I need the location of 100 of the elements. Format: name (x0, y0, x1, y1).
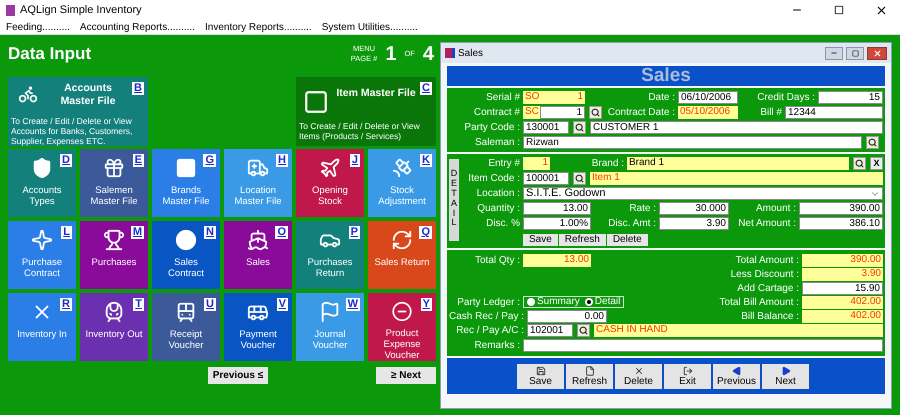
train-icon (103, 301, 125, 323)
right-triangle-icon (780, 366, 790, 376)
radio-button[interactable] (584, 298, 593, 306)
toolbar-button[interactable]: Save (517, 364, 564, 388)
ambulance-icon (247, 157, 269, 179)
lookup-button[interactable] (573, 121, 586, 134)
radio-button[interactable] (527, 298, 535, 306)
toolbar-button[interactable]: Refresh (566, 364, 613, 388)
search-icon (591, 108, 600, 117)
lookup-button[interactable] (853, 157, 866, 170)
lookup-button[interactable] (577, 324, 590, 337)
text-field[interactable]: Brand 1 (627, 157, 849, 170)
field-label: Item Code : (468, 172, 520, 185)
radio-label: Summary (537, 296, 580, 308)
close-button[interactable] (867, 46, 887, 60)
restore-button[interactable] (846, 46, 864, 60)
text-field[interactable] (523, 339, 883, 352)
menu-tile[interactable]: D Accounts Types (8, 149, 76, 217)
menu-tile[interactable]: J Opening Stock (296, 149, 364, 217)
text-field[interactable]: 15.90 (802, 282, 883, 294)
shortcut-key: E (132, 154, 144, 167)
text-field[interactable]: 15 (818, 91, 883, 104)
text-field[interactable]: CASH IN HAND (594, 324, 883, 337)
detail-button[interactable]: Delete (606, 234, 648, 246)
minimize-button[interactable] (825, 46, 843, 60)
text-field[interactable]: 386.10 (799, 217, 883, 230)
menu-tile[interactable]: R Inventory In (8, 293, 76, 361)
menu-tile[interactable]: G Brands Master File (152, 149, 220, 217)
menu-item[interactable]: Accounting Reports.......... (80, 20, 195, 34)
text-field[interactable]: Rizwan (523, 136, 862, 149)
menu-tile[interactable]: M Purchases (80, 221, 148, 289)
text-field[interactable]: 3.90 (659, 217, 729, 230)
page-number: 1 (385, 42, 396, 67)
detail-button[interactable]: Save (523, 234, 558, 246)
menu-tile[interactable]: U Receipt Voucher (152, 293, 220, 361)
menu-tile[interactable]: E Salemen Master File (80, 149, 148, 217)
text-field[interactable]: 3.90 (802, 268, 883, 280)
toolbar-button[interactable]: Exit (664, 364, 711, 388)
satellite-icon (391, 157, 413, 179)
text-field[interactable]: 06/10/2006 (678, 91, 738, 104)
menu-tile[interactable]: Y Product Expense Voucher (368, 293, 436, 361)
text-field[interactable]: 130001 (523, 121, 569, 134)
text-field[interactable]: 0.00 (527, 310, 607, 322)
maximize-icon[interactable] (834, 5, 844, 15)
field-label: Contract # (474, 106, 520, 119)
text-field[interactable]: SO (523, 91, 540, 104)
clear-button[interactable]: X (870, 157, 883, 170)
text-field[interactable]: 100001 (523, 172, 569, 185)
text-field[interactable]: 402.00 (802, 310, 883, 322)
menu-item[interactable]: System Utilities.......... (322, 20, 418, 34)
field-label: Remarks : (474, 339, 520, 352)
window-title: Sales (458, 46, 484, 60)
text-field[interactable]: 13.00 (523, 202, 591, 215)
menu-item[interactable]: Feeding.......... (6, 20, 70, 34)
menu-tile[interactable]: L Purchase Contract (8, 221, 76, 289)
text-field[interactable]: 102001 (527, 324, 573, 337)
location-dropdown[interactable]: S.I.T.E. Godown (523, 187, 883, 200)
detail-button[interactable]: Refresh (558, 234, 606, 246)
menu-tile[interactable]: K Stock Adjustment (368, 149, 436, 217)
text-field[interactable]: 402.00 (802, 296, 883, 308)
text-field[interactable]: 12344 (785, 106, 883, 119)
text-field[interactable]: 390.00 (802, 254, 883, 266)
menu-tile[interactable]: O Sales (224, 221, 292, 289)
previous-button[interactable]: Previous ≤ (208, 367, 268, 384)
text-field[interactable]: 13.00 (523, 254, 591, 266)
text-field[interactable]: 30.000 (659, 202, 729, 215)
next-button[interactable]: ≥ Next (376, 367, 436, 384)
text-field[interactable]: SC (523, 106, 540, 119)
menu-tile[interactable]: Q Sales Return (368, 221, 436, 289)
menu-tile[interactable]: H Location Master File (224, 149, 292, 217)
text-field[interactable]: 1 (540, 91, 585, 104)
shortcut-key: J (350, 154, 360, 167)
text-field[interactable]: 1 (523, 157, 550, 170)
menu-tile[interactable]: T Inventory Out (80, 293, 148, 361)
text-field[interactable]: 1.00% (523, 217, 591, 230)
menu-tile[interactable]: N Sales Contract (152, 221, 220, 289)
text-field[interactable]: CUSTOMER 1 (590, 121, 883, 134)
field-label: Bill Balance : (741, 310, 799, 322)
lookup-button[interactable] (589, 106, 602, 119)
trophy-icon (103, 229, 125, 251)
lookup-button[interactable] (866, 136, 879, 149)
tram-icon (175, 301, 197, 323)
menu-tile[interactable]: P Purchases Return (296, 221, 364, 289)
menu-tile[interactable]: W Journal Voucher (296, 293, 364, 361)
text-field[interactable]: Item 1 (590, 172, 883, 185)
shortcut-key: Y (420, 298, 432, 311)
lookup-button[interactable] (573, 172, 586, 185)
text-field[interactable]: 390.00 (799, 202, 883, 215)
menu-item[interactable]: Inventory Reports.......... (204, 20, 312, 34)
text-field[interactable]: 05/10/2006 (678, 106, 738, 119)
toolbar-button[interactable]: Next (762, 364, 809, 388)
close-icon[interactable] (875, 4, 888, 16)
menu-tile[interactable]: V Payment Voucher (224, 293, 292, 361)
menu-tile[interactable]: Accounts Master File B To Create / Edit / Delete or View Accounts for Banks, Customers, Supplier, Expenses ETC. (8, 77, 148, 146)
menu-tile[interactable]: Item Master File C To Create / Edit / Delete or View Items (Products / Services) (296, 77, 436, 146)
toolbar-button[interactable]: Delete (615, 364, 662, 388)
search-icon (575, 174, 584, 183)
page-icon (584, 366, 594, 376)
toolbar-button[interactable]: Previous (713, 364, 760, 388)
text-field[interactable]: 1 (540, 106, 585, 119)
